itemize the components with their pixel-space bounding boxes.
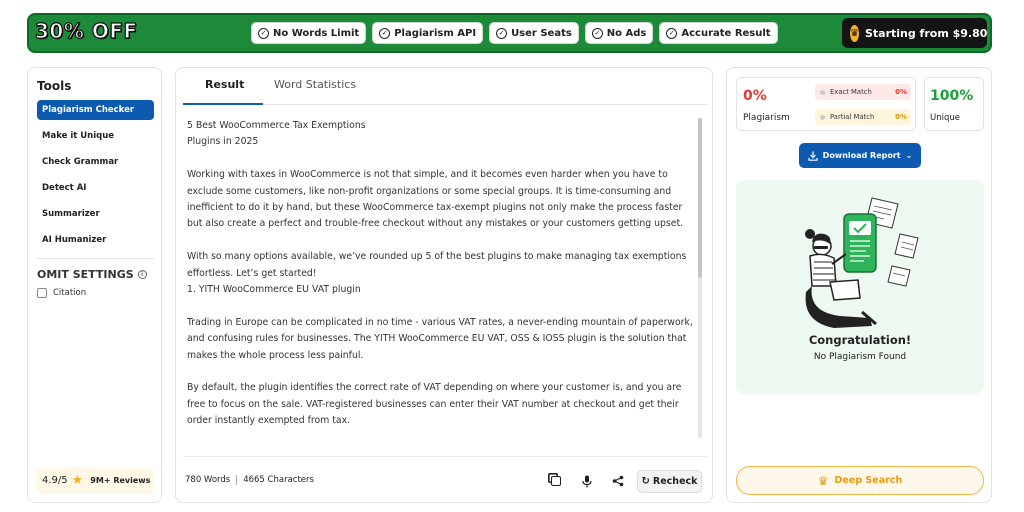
check-circle-icon: ✓	[258, 27, 269, 39]
share-button[interactable]	[609, 472, 627, 490]
text-stats: 780 Words 4665 Characters	[185, 475, 314, 485]
sidebar-divider	[37, 258, 154, 259]
share-icon	[612, 475, 624, 487]
sidebar-item-check-grammar[interactable]: Check Grammar	[37, 152, 154, 172]
discount-label: 30% OFF	[34, 18, 138, 43]
result-text[interactable]: 5 Best WooCommerce Tax Exemptions Plugin…	[187, 118, 695, 441]
unique-label: Unique	[930, 113, 960, 123]
sidebar-item-make-it-unique[interactable]: Make it Unique	[37, 126, 154, 146]
crown-icon: ♛	[817, 473, 829, 488]
person-with-phone-illustration	[805, 197, 919, 328]
check-circle-icon: ✓	[591, 27, 603, 39]
text-paragraph: 5 Best WooCommerce Tax Exemptions Plugin…	[187, 120, 366, 148]
checkbox-icon[interactable]	[37, 288, 47, 298]
score-panel: 0% Plagiarism Exact Match 0% Partial Mat…	[726, 67, 992, 503]
deep-search-button[interactable]: ♛ Deep Search	[736, 466, 984, 495]
plagiarism-percentage: 0%	[743, 88, 767, 104]
unique-percentage: 100%	[930, 88, 974, 104]
info-icon[interactable]: i	[137, 270, 147, 279]
feature-chip: ✓ No Ads	[584, 22, 654, 44]
scrollbar-thumb[interactable]	[698, 118, 702, 278]
char-count: 4665 Characters	[243, 475, 314, 485]
feature-chip: ✓ Plagiarism API	[372, 22, 484, 44]
tab-result[interactable]: Result	[205, 78, 244, 91]
plagiarism-label: Plagiarism	[743, 113, 790, 123]
result-panel: Result Word Statistics 5 Best WooCommerc…	[175, 67, 713, 503]
microphone-icon	[582, 475, 592, 487]
text-paragraph: 1. YITH WooCommerce EU VAT plugin	[187, 284, 361, 296]
footer-divider	[183, 456, 707, 457]
plagiarism-card: 0% Plagiarism Exact Match 0% Partial Mat…	[736, 77, 916, 131]
star-icon: ★	[71, 473, 84, 488]
copy-button[interactable]	[547, 472, 565, 490]
text-paragraph: Trading in Europe can be complicated in …	[187, 316, 693, 361]
feature-chip: ✓ No Words Limit	[251, 22, 367, 44]
text-paragraph: With so many options available, we’ve ro…	[187, 251, 687, 279]
rating-score: 4.9/5	[42, 475, 68, 486]
recheck-button[interactable]: ↻ Recheck	[637, 470, 702, 493]
rating-badge: 4.9/5 ★ 9M+ Reviews	[36, 467, 154, 494]
sidebar-item-plagiarism-checker[interactable]: Plagiarism Checker	[37, 100, 154, 120]
tools-sidebar: Tools Plagiarism Checker Make it Unique …	[27, 67, 162, 503]
deep-search-label: Deep Search	[834, 475, 903, 486]
crown-icon: ♛	[850, 24, 859, 42]
dot-icon	[820, 89, 825, 95]
pricing-label: Starting from $9.80	[864, 26, 988, 40]
chevron-down-icon: ⌄	[905, 151, 913, 160]
promo-banner[interactable]: 30% OFF ✓ No Words Limit ✓ Plagiarism API …	[27, 13, 992, 53]
reviews-count: 9M+ Reviews	[90, 476, 151, 485]
unique-card: 100% Unique	[924, 77, 984, 131]
citation-checkbox[interactable]: Citation	[37, 288, 86, 298]
active-tab-indicator	[183, 103, 263, 105]
check-circle-icon: ✓	[496, 27, 508, 39]
tab-word-statistics[interactable]: Word Statistics	[274, 78, 356, 91]
exact-match-value: 0%	[895, 88, 907, 96]
sidebar-item-detect-ai[interactable]: Detect AI	[37, 178, 154, 198]
congratulation-title: Congratulation!	[808, 333, 912, 347]
feature-chips: ✓ No Words Limit ✓ Plagiarism API ✓ User Se…	[251, 22, 778, 44]
download-report-button[interactable]: Download Report ⌄	[799, 143, 921, 168]
partial-match-value: 0%	[895, 113, 907, 121]
no-plagiarism-message: No Plagiarism Found	[813, 352, 907, 362]
download-icon	[808, 151, 818, 161]
feature-chip: ✓ Accurate Result	[659, 22, 778, 44]
refresh-icon: ↻	[641, 476, 650, 487]
pricing-button[interactable]: ♛ Starting from $9.80	[842, 18, 987, 48]
sidebar-item-summarizer[interactable]: Summarizer	[37, 204, 154, 224]
exact-match-badge: Exact Match 0%	[815, 84, 911, 100]
check-circle-icon: ✓	[666, 27, 678, 39]
sidebar-item-ai-humanizer[interactable]: AI Humanizer	[37, 230, 154, 250]
recheck-label: Recheck	[652, 476, 698, 487]
feature-chip: ✓ User Seats	[489, 22, 579, 44]
congratulation-card: Congratulation! No Plagiarism Found	[736, 180, 984, 394]
word-count: 780 Words	[185, 475, 231, 485]
citation-label: Citation	[53, 288, 87, 298]
partial-match-badge: Partial Match 0%	[815, 109, 911, 125]
dot-icon	[820, 114, 825, 120]
text-paragraph: By default, the plugin identifies the co…	[187, 382, 682, 427]
omit-settings-heading: OMIT SETTINGS i	[37, 268, 147, 281]
microphone-button[interactable]	[578, 472, 596, 490]
sidebar-title: Tools	[37, 79, 72, 93]
download-report-label: Download Report	[822, 151, 901, 160]
stats-separator	[236, 475, 238, 485]
check-circle-icon: ✓	[379, 27, 391, 39]
text-paragraph: Working with taxes in WooCommerce is not…	[187, 169, 684, 230]
copy-icon	[551, 476, 561, 486]
